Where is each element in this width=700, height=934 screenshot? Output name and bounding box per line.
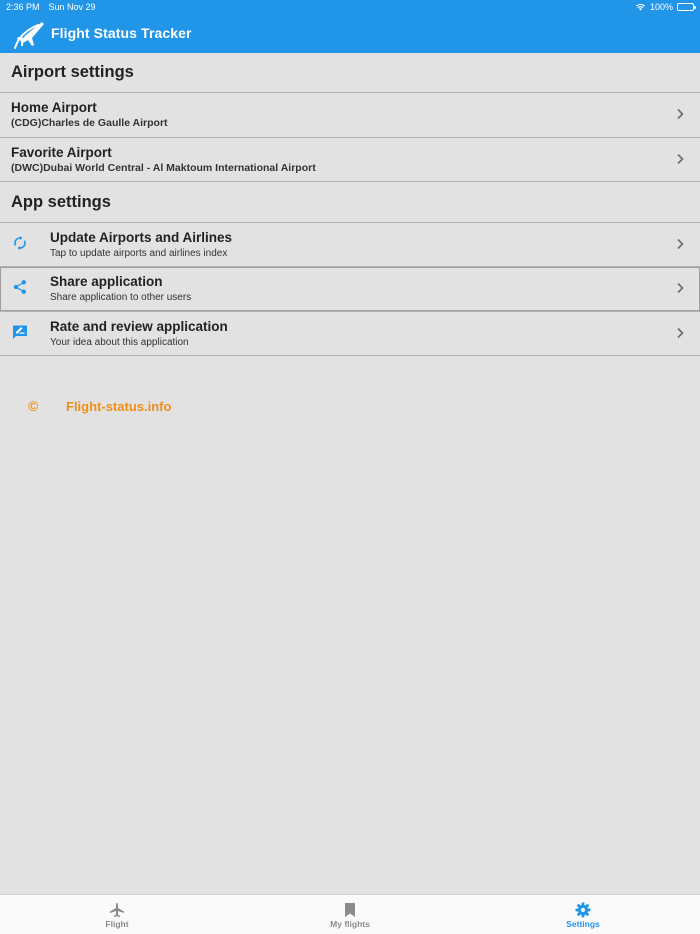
favorite-airport-row[interactable]: Favorite Airport (DWC)Dubai World Centra… <box>0 138 700 182</box>
favorite-airport-value: (DWC)Dubai World Central - Al Maktoum In… <box>11 162 316 174</box>
chevron-right-icon <box>677 108 684 120</box>
status-right: 100% <box>635 2 696 12</box>
favorite-airport-label: Favorite Airport <box>11 145 112 160</box>
tab-bar: Flight My flights Settings <box>0 894 700 934</box>
sync-icon <box>14 236 26 250</box>
share-application-description: Share application to other users <box>50 292 192 303</box>
home-airport-label: Home Airport <box>11 100 97 115</box>
airplane-icon <box>110 903 124 917</box>
bookmark-icon <box>345 903 355 917</box>
gear-icon <box>575 902 591 918</box>
wifi-icon <box>635 3 646 11</box>
app-title: Flight Status Tracker <box>51 25 192 41</box>
rate-review-description: Your idea about this application <box>50 337 189 348</box>
copyright-text: Flight-status.info <box>66 398 172 414</box>
update-airports-description: Tap to update airports and airlines inde… <box>50 248 228 259</box>
app-header: 2:36 PM Sun Nov 29 100% Flight Status Tr… <box>0 0 700 53</box>
app-logo-icon <box>14 22 44 49</box>
tab-my-flights[interactable]: My flights <box>300 895 400 934</box>
tab-flight-label: Flight <box>105 919 129 929</box>
home-airport-row[interactable]: Home Airport (CDG)Charles de Gaulle Airp… <box>0 93 700 137</box>
share-icon <box>13 280 26 294</box>
rate-review-label: Rate and review application <box>50 319 228 334</box>
app-settings-heading: App settings <box>11 193 111 211</box>
status-time: 2:36 PM <box>6 2 40 12</box>
copyright-symbol: © <box>28 398 39 414</box>
share-application-row[interactable]: Share application Share application to o… <box>0 267 700 311</box>
chevron-right-icon <box>677 327 684 339</box>
rate-review-icon <box>13 325 27 339</box>
battery-icon <box>677 3 696 11</box>
rate-review-row[interactable]: Rate and review application Your idea ab… <box>0 312 700 356</box>
chevron-right-icon <box>677 238 684 250</box>
divider <box>0 355 700 356</box>
divider <box>0 181 700 182</box>
battery-percent: 100% <box>649 2 673 12</box>
airport-settings-heading: Airport settings <box>11 63 134 81</box>
app-bar: Flight Status Tracker <box>0 14 700 53</box>
status-date: Sun Nov 29 <box>48 2 96 12</box>
copyright: © Flight-status.info <box>28 398 171 414</box>
tab-settings-label: Settings <box>566 919 600 929</box>
home-airport-value: (CDG)Charles de Gaulle Airport <box>11 117 168 129</box>
update-airports-row[interactable]: Update Airports and Airlines Tap to upda… <box>0 223 700 267</box>
tab-settings[interactable]: Settings <box>533 895 633 934</box>
chevron-right-icon <box>677 153 684 165</box>
chevron-right-icon <box>677 282 684 294</box>
update-airports-label: Update Airports and Airlines <box>50 230 233 245</box>
tab-flight[interactable]: Flight <box>67 895 167 934</box>
status-bar: 2:36 PM Sun Nov 29 100% <box>0 0 700 14</box>
share-application-label: Share application <box>50 274 163 289</box>
tab-my-flights-label: My flights <box>330 919 370 929</box>
